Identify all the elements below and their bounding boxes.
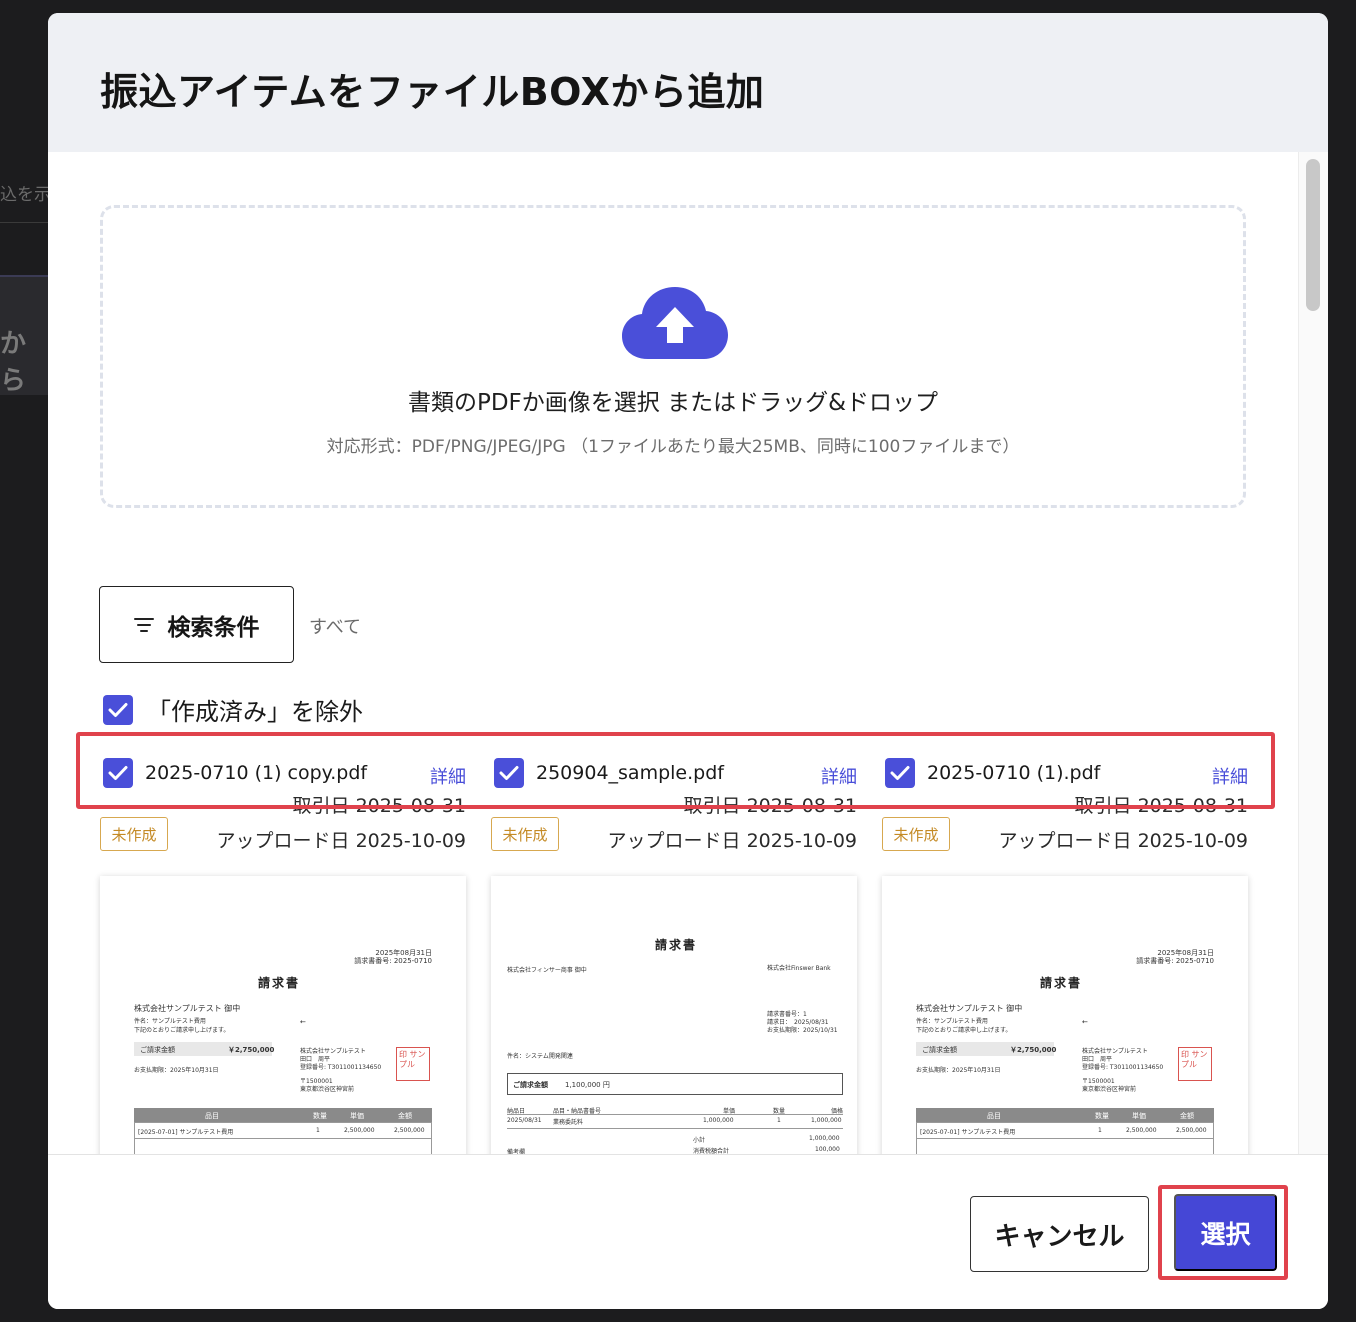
preview-due: お支払期限：2025年10月31日 xyxy=(916,1067,1001,1074)
preview-subject: 件名：システム開発関連 xyxy=(507,1053,573,1060)
preview-title: 請求書 xyxy=(655,938,698,952)
preview-row-line xyxy=(916,1138,1214,1139)
background-text: 込を示 xyxy=(0,185,51,205)
preview-title: 請求書 xyxy=(1040,976,1083,990)
add-from-filebox-dialog: 振込アイテムをファイルBOXから追加 書類のPDFか画像を選択 またはドラッグ&… xyxy=(48,13,1328,1309)
preview-th: 数量 xyxy=(1095,1112,1109,1120)
preview-td: 1 xyxy=(316,1127,320,1134)
cancel-button[interactable]: キャンセル xyxy=(970,1196,1149,1272)
search-conditions-label: 検索条件 xyxy=(167,614,260,641)
upload-date: アップロード日 2025-10-09 xyxy=(607,830,857,852)
preview-tax: 100,000 xyxy=(815,1146,840,1153)
preview-recipient: 株式会社フィンサー商事 御中 xyxy=(507,967,587,974)
preview-stamp: 印 サンプル xyxy=(1178,1047,1212,1081)
exclude-created-label: 「作成済み」を除外 xyxy=(147,698,363,726)
background-card-text: から xyxy=(0,329,27,396)
preview-due: お支払期限：2025/10/31 xyxy=(767,1027,838,1034)
preview-td: 2,500,000 xyxy=(1126,1127,1157,1134)
preview-number: 請求書番号: 2025-0710 xyxy=(354,957,432,965)
preview-th: 単価 xyxy=(1132,1112,1146,1120)
preview-note: 下記のとおりご請求申し上げます。 xyxy=(916,1027,1012,1034)
preview-issuer-reg: 登録番号: T3011001134650 xyxy=(1082,1064,1164,1071)
scrollbar-thumb[interactable] xyxy=(1306,159,1320,311)
dropzone-formats: 対応形式：PDF/PNG/JPEG/JPG （1ファイルあたり最大25MB、同時… xyxy=(326,437,1020,457)
preview-row-line xyxy=(134,1138,432,1139)
preview-issuer-addr: 東京都渋谷区神宮前 xyxy=(1082,1086,1137,1093)
upload-date: アップロード日 2025-10-09 xyxy=(216,830,466,852)
selected-files-highlight xyxy=(76,732,1275,809)
dialog-title: 振込アイテムをファイルBOXから追加 xyxy=(100,70,765,114)
preview-arrow: ← xyxy=(300,1018,306,1026)
preview-title: 請求書 xyxy=(258,976,301,990)
preview-subtotal-label: 小計 xyxy=(693,1137,706,1144)
preview-th: 単価 xyxy=(350,1112,364,1120)
preview-th: 金額 xyxy=(1180,1112,1194,1120)
preview-amount-label: ご請求金額 xyxy=(922,1046,957,1054)
preview-amount: ￥2,750,000 xyxy=(1010,1046,1057,1054)
preview-due: お支払期限：2025年10月31日 xyxy=(134,1067,219,1074)
preview-td: 2,500,000 xyxy=(1176,1127,1207,1134)
preview-th: 数量 xyxy=(313,1112,327,1120)
preview-td: 1,000,000 xyxy=(811,1117,842,1124)
preview-row-line xyxy=(507,1128,843,1129)
upload-date: アップロード日 2025-10-09 xyxy=(998,830,1248,852)
preview-recipient: 株式会社サンプルテスト 御中 xyxy=(916,1004,1023,1013)
preview-th: 金額 xyxy=(398,1112,412,1120)
preview-issuer-addr: 東京都渋谷区神宮前 xyxy=(300,1086,355,1093)
dialog-header: 振込アイテムをファイルBOXから追加 xyxy=(48,13,1328,152)
check-icon xyxy=(108,702,128,717)
preview-row-line xyxy=(507,1114,843,1115)
file-dropzone[interactable]: 書類のPDFか画像を選択 またはドラッグ&ドロップ 対応形式：PDF/PNG/J… xyxy=(100,205,1246,508)
cloud-upload-icon xyxy=(622,287,728,359)
preview-td: 1 xyxy=(777,1117,781,1124)
status-badge: 未作成 xyxy=(100,817,168,851)
file-preview-thumbnail[interactable]: 2025年08月31日 請求書番号: 2025-0710 請求書 株式会社サンプ… xyxy=(882,876,1248,1176)
background-card: から xyxy=(0,275,50,396)
preview-td: [2025-07-01] サンプルテスト費用 xyxy=(920,1129,1016,1136)
preview-td: 2,500,000 xyxy=(344,1127,375,1134)
file-preview-thumbnail[interactable]: 請求書 株式会社フィンサー商事 御中 株式会社Finswer Bank 請求書番… xyxy=(491,876,857,1176)
preview-issuer-reg: 登録番号: T3011001134650 xyxy=(300,1064,382,1071)
current-filter-text: すべて xyxy=(309,617,362,638)
preview-table-header xyxy=(134,1108,432,1122)
preview-td: 1 xyxy=(1098,1127,1102,1134)
status-badge: 未作成 xyxy=(491,817,559,851)
select-button-highlight xyxy=(1158,1185,1288,1280)
preview-subject: 件名：サンプルテスト費用 xyxy=(916,1018,988,1025)
preview-note: 下記のとおりご請求申し上げます。 xyxy=(134,1027,230,1034)
dropzone-instruction: 書類のPDFか画像を選択 またはドラッグ&ドロップ xyxy=(407,390,939,416)
exclude-created-option[interactable]: 「作成済み」を除外 xyxy=(103,692,363,727)
preview-td: 1,000,000 xyxy=(703,1117,734,1124)
preview-amount-box xyxy=(507,1073,843,1095)
search-conditions-button[interactable]: 検索条件 xyxy=(99,586,294,663)
preview-amount-label: ご請求金額 xyxy=(140,1046,175,1054)
preview-amount: ￥2,750,000 xyxy=(228,1046,275,1054)
preview-subtotal: 1,000,000 xyxy=(809,1135,840,1142)
dialog-footer: キャンセル 選択 xyxy=(48,1154,1328,1309)
preview-recipient: 株式会社サンプルテスト 御中 xyxy=(134,1004,241,1013)
preview-subject: 件名：サンプルテスト費用 xyxy=(134,1018,206,1025)
filter-icon xyxy=(133,617,154,633)
preview-td: 業務委託料 xyxy=(553,1119,584,1126)
preview-td: 2,500,000 xyxy=(394,1127,425,1134)
file-preview-thumbnail[interactable]: 2025年08月31日 請求書番号: 2025-0710 請求書 株式会社サンプ… xyxy=(100,876,466,1176)
preview-table-header xyxy=(916,1108,1214,1122)
preview-number: 請求書番号: 2025-0710 xyxy=(1136,957,1214,965)
status-badge: 未作成 xyxy=(882,817,950,851)
preview-amount-label: ご請求金額 xyxy=(513,1081,548,1089)
preview-th: 品目 xyxy=(205,1112,219,1120)
preview-td: 2025/08/31 xyxy=(507,1117,542,1124)
preview-td: [2025-07-01] サンプルテスト費用 xyxy=(138,1129,234,1136)
exclude-created-checkbox[interactable] xyxy=(103,694,133,725)
preview-arrow: ← xyxy=(1082,1018,1088,1026)
preview-amount: 1,100,000 円 xyxy=(565,1081,610,1089)
preview-issuer: 株式会社Finswer Bank xyxy=(767,965,831,972)
preview-th: 品目 xyxy=(987,1112,1001,1120)
preview-stamp: 印 サンプル xyxy=(396,1047,430,1081)
